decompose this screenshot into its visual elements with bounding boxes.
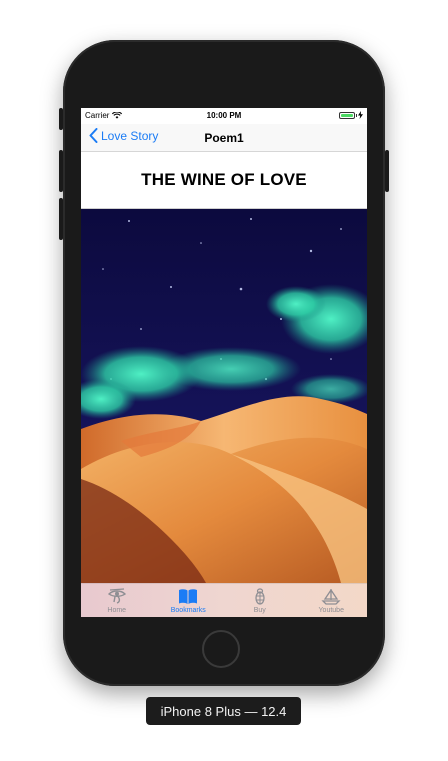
open-book-icon bbox=[179, 589, 198, 604]
poem-title: THE WINE OF LOVE bbox=[81, 152, 367, 209]
battery-icon bbox=[339, 111, 363, 119]
volume-up-button bbox=[59, 150, 63, 192]
tab-bookmarks[interactable]: Bookmarks bbox=[153, 584, 225, 617]
app-screen: Carrier 10:00 PM Love Story Poem1 THE WI… bbox=[81, 108, 367, 617]
nav-title: Poem1 bbox=[204, 131, 244, 145]
tab-home[interactable]: Home bbox=[81, 584, 153, 617]
desert-night-sky-image bbox=[81, 209, 367, 583]
home-button[interactable] bbox=[202, 630, 240, 668]
status-bar: Carrier 10:00 PM bbox=[81, 108, 367, 124]
tab-youtube[interactable]: Youtube bbox=[296, 584, 368, 617]
volume-down-button bbox=[59, 198, 63, 240]
tab-bar: Home Bookmarks Buy Youtube bbox=[81, 583, 367, 617]
tab-buy-label: Buy bbox=[253, 607, 266, 614]
status-time: 10:00 PM bbox=[206, 111, 242, 120]
tab-home-label: Home bbox=[107, 607, 127, 614]
charging-bolt-icon bbox=[358, 111, 363, 119]
simulator-device-label: iPhone 8 Plus — 12.4 bbox=[146, 697, 301, 725]
tab-buy[interactable]: Buy bbox=[224, 584, 296, 617]
power-button bbox=[385, 150, 389, 192]
tab-bookmarks-label: Bookmarks bbox=[170, 607, 206, 614]
navigation-bar: Love Story Poem1 bbox=[81, 124, 367, 152]
scarab-icon bbox=[255, 588, 265, 605]
eye-of-horus-icon bbox=[107, 588, 126, 604]
sailboat-icon bbox=[321, 589, 341, 605]
mute-switch bbox=[59, 108, 63, 130]
tab-youtube-label: Youtube bbox=[318, 607, 344, 614]
